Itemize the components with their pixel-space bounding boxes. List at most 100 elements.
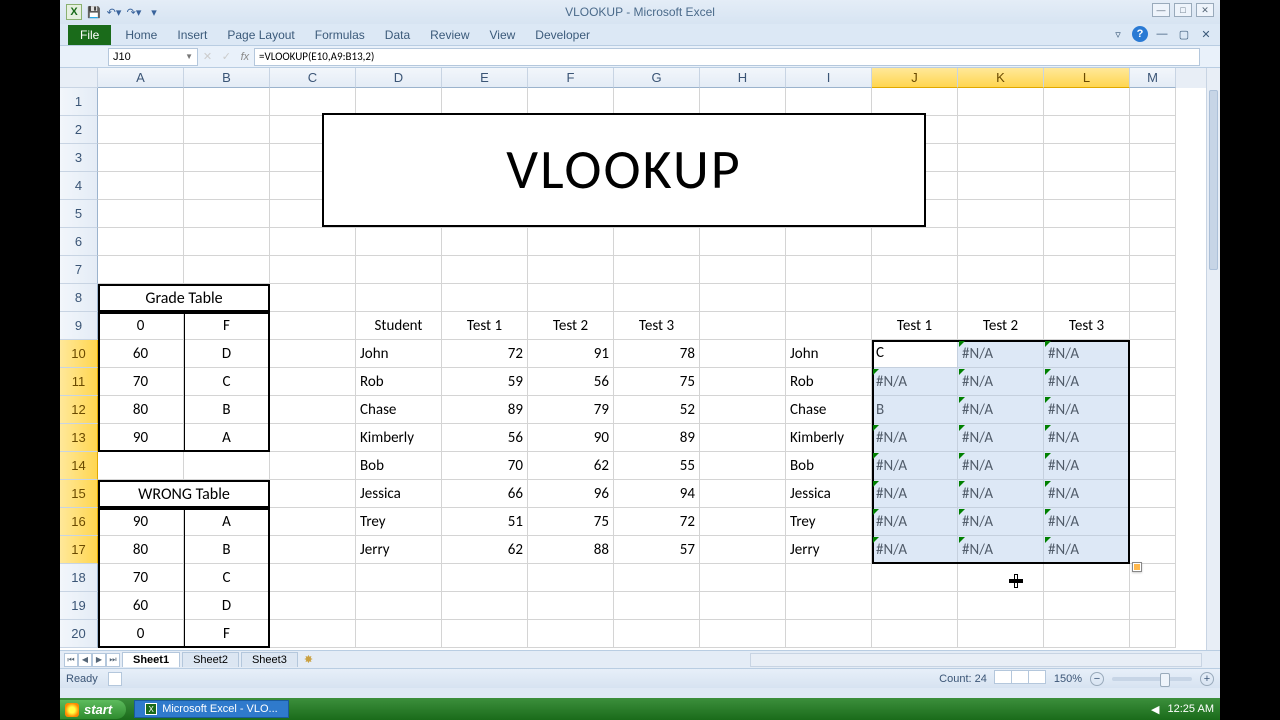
cell-A20[interactable]: 0 xyxy=(98,620,184,648)
cell-M12[interactable] xyxy=(1130,396,1176,424)
col-header-F[interactable]: F xyxy=(528,68,614,88)
cancel-formula-icon[interactable]: ✕ xyxy=(203,50,212,63)
cell-M13[interactable] xyxy=(1130,424,1176,452)
cell-M6[interactable] xyxy=(1130,228,1176,256)
cell-J11[interactable]: #N/A xyxy=(872,368,958,396)
sheet-tab-2[interactable]: Sheet2 xyxy=(182,652,239,667)
cell-B5[interactable] xyxy=(184,200,270,228)
zoom-level[interactable]: 150% xyxy=(1054,673,1082,685)
row-header-4[interactable]: 4 xyxy=(60,172,98,200)
cell-C20[interactable] xyxy=(270,620,356,648)
row-header-8[interactable]: 8 xyxy=(60,284,98,312)
cell-K12[interactable]: #N/A xyxy=(958,396,1044,424)
cell-C1[interactable] xyxy=(270,88,356,116)
zoom-in-icon[interactable]: + xyxy=(1200,672,1214,686)
cell-I17[interactable]: Jerry xyxy=(786,536,872,564)
cell-K3[interactable] xyxy=(958,144,1044,172)
cell-E10[interactable]: 72 xyxy=(442,340,528,368)
cell-C9[interactable] xyxy=(270,312,356,340)
cell-J14[interactable]: #N/A xyxy=(872,452,958,480)
cell-G13[interactable]: 89 xyxy=(614,424,700,452)
cell-E1[interactable] xyxy=(442,88,528,116)
ribbon-minimize-icon[interactable]: ▿ xyxy=(1110,26,1126,42)
zoom-slider[interactable] xyxy=(1112,677,1192,681)
row-header-16[interactable]: 16 xyxy=(60,508,98,536)
tab-insert[interactable]: Insert xyxy=(167,25,217,45)
sheet-tab-1[interactable]: Sheet1 xyxy=(122,652,180,667)
cell-G1[interactable] xyxy=(614,88,700,116)
cell-E7[interactable] xyxy=(442,256,528,284)
cell-L13[interactable]: #N/A xyxy=(1044,424,1130,452)
cell-F14[interactable]: 62 xyxy=(528,452,614,480)
cell-A5[interactable] xyxy=(98,200,184,228)
col-header-A[interactable]: A xyxy=(98,68,184,88)
cell-M3[interactable] xyxy=(1130,144,1176,172)
cell-F16[interactable]: 75 xyxy=(528,508,614,536)
enter-formula-icon[interactable]: ✓ xyxy=(222,50,231,63)
cell-A15[interactable]: WRONG Table xyxy=(98,480,270,508)
cell-H6[interactable] xyxy=(700,228,786,256)
cell-K7[interactable] xyxy=(958,256,1044,284)
col-header-J[interactable]: J xyxy=(872,68,958,88)
cell-B4[interactable] xyxy=(184,172,270,200)
cell-A13[interactable]: 90 xyxy=(98,424,184,452)
cell-B18[interactable]: C xyxy=(184,564,270,592)
cell-J20[interactable] xyxy=(872,620,958,648)
cell-I18[interactable] xyxy=(786,564,872,592)
row-header-19[interactable]: 19 xyxy=(60,592,98,620)
cell-I7[interactable] xyxy=(786,256,872,284)
cell-B11[interactable]: C xyxy=(184,368,270,396)
undo-icon[interactable]: ↶▾ xyxy=(106,4,122,20)
cell-K15[interactable]: #N/A xyxy=(958,480,1044,508)
cell-C14[interactable] xyxy=(270,452,356,480)
cell-A11[interactable]: 70 xyxy=(98,368,184,396)
cell-M7[interactable] xyxy=(1130,256,1176,284)
sheet-tab-3[interactable]: Sheet3 xyxy=(241,652,298,667)
merged-title-vlookup[interactable]: VLOOKUP xyxy=(322,113,926,227)
minimize-button[interactable]: — xyxy=(1152,3,1170,17)
tab-file[interactable]: File xyxy=(68,25,111,45)
cell-L10[interactable]: #N/A xyxy=(1044,340,1130,368)
cell-K11[interactable]: #N/A xyxy=(958,368,1044,396)
row-header-9[interactable]: 9 xyxy=(60,312,98,340)
cell-L4[interactable] xyxy=(1044,172,1130,200)
cell-M2[interactable] xyxy=(1130,116,1176,144)
cell-B19[interactable]: D xyxy=(184,592,270,620)
cell-J8[interactable] xyxy=(872,284,958,312)
cell-K16[interactable]: #N/A xyxy=(958,508,1044,536)
col-header-K[interactable]: K xyxy=(958,68,1044,88)
cell-M5[interactable] xyxy=(1130,200,1176,228)
cell-M11[interactable] xyxy=(1130,368,1176,396)
cell-J18[interactable] xyxy=(872,564,958,592)
sheet-nav-prev-icon[interactable]: ◀ xyxy=(78,653,92,667)
cell-F17[interactable]: 88 xyxy=(528,536,614,564)
cell-L19[interactable] xyxy=(1044,592,1130,620)
name-box[interactable]: J10 ▼ xyxy=(108,48,198,66)
row-header-15[interactable]: 15 xyxy=(60,480,98,508)
cell-D1[interactable] xyxy=(356,88,442,116)
cell-A2[interactable] xyxy=(98,116,184,144)
row-header-2[interactable]: 2 xyxy=(60,116,98,144)
cell-D11[interactable]: Rob xyxy=(356,368,442,396)
cell-A17[interactable]: 80 xyxy=(98,536,184,564)
cell-A18[interactable]: 70 xyxy=(98,564,184,592)
cell-A19[interactable]: 60 xyxy=(98,592,184,620)
cell-H17[interactable] xyxy=(700,536,786,564)
cell-G20[interactable] xyxy=(614,620,700,648)
cell-I16[interactable]: Trey xyxy=(786,508,872,536)
cell-L15[interactable]: #N/A xyxy=(1044,480,1130,508)
cell-H7[interactable] xyxy=(700,256,786,284)
cell-D20[interactable] xyxy=(356,620,442,648)
cell-F13[interactable]: 90 xyxy=(528,424,614,452)
cell-B20[interactable]: F xyxy=(184,620,270,648)
col-header-M[interactable]: M xyxy=(1130,68,1176,88)
cell-D7[interactable] xyxy=(356,256,442,284)
cell-C19[interactable] xyxy=(270,592,356,620)
cell-K10[interactable]: #N/A xyxy=(958,340,1044,368)
cell-B13[interactable]: A xyxy=(184,424,270,452)
cell-M14[interactable] xyxy=(1130,452,1176,480)
cell-I14[interactable]: Bob xyxy=(786,452,872,480)
cell-K17[interactable]: #N/A xyxy=(958,536,1044,564)
cell-F18[interactable] xyxy=(528,564,614,592)
cell-L20[interactable] xyxy=(1044,620,1130,648)
